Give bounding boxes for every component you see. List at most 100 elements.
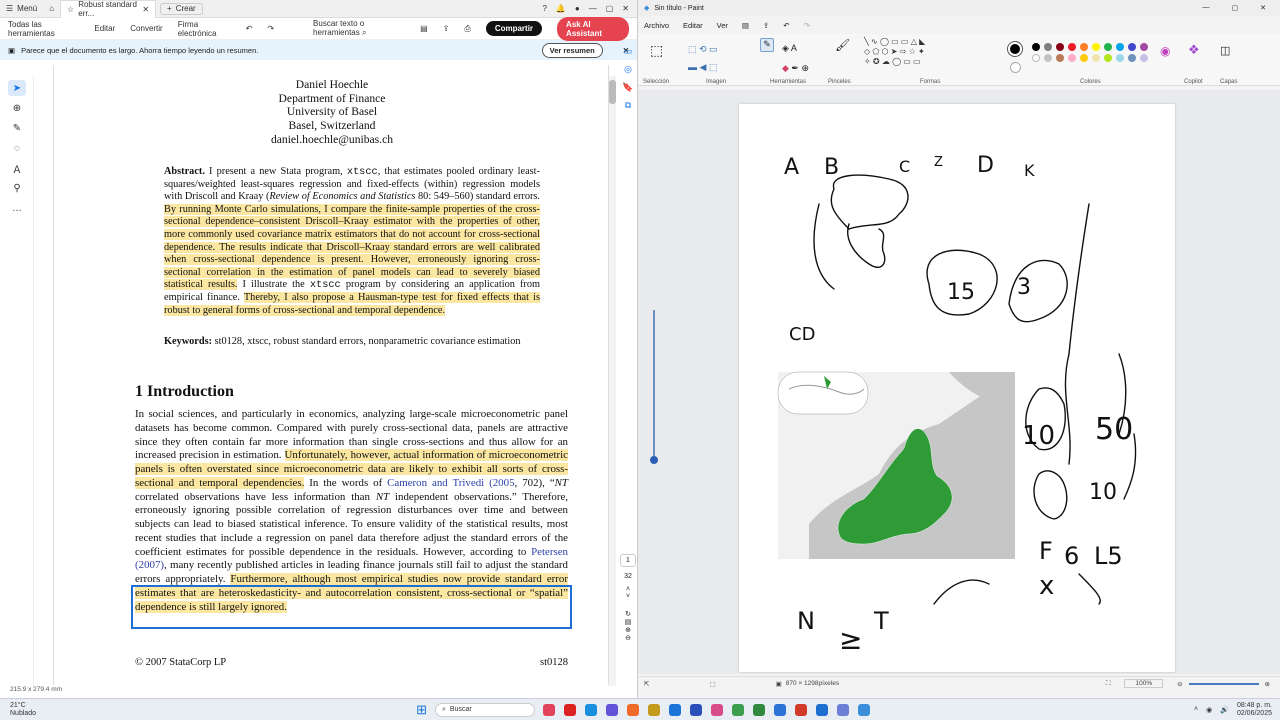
- tray-chevron-icon[interactable]: ˄: [1194, 706, 1198, 713]
- taskbar-app-icon[interactable]: [815, 703, 828, 716]
- upload-icon[interactable]: ⇪: [443, 24, 450, 33]
- refresh-icon[interactable]: ↻: [620, 610, 636, 618]
- taskbar-app-icon[interactable]: [710, 703, 723, 716]
- text-icon[interactable]: Ａ: [8, 160, 26, 176]
- menu-file[interactable]: Archivo: [644, 21, 669, 30]
- current-page[interactable]: 1: [620, 554, 636, 567]
- color-swatch[interactable]: [1080, 54, 1088, 62]
- brush-icon[interactable]: 🖌: [835, 38, 850, 52]
- taskbar-app-icon[interactable]: [689, 703, 702, 716]
- taskbar-app-icon[interactable]: [626, 703, 639, 716]
- color-swatch[interactable]: [1104, 43, 1112, 51]
- color-swatch[interactable]: [1140, 43, 1148, 51]
- color-swatch[interactable]: [1092, 43, 1100, 51]
- share-button[interactable]: Compartir: [485, 21, 543, 36]
- color-swatch[interactable]: [1032, 54, 1040, 62]
- color-swatch[interactable]: [1056, 54, 1064, 62]
- lasso-icon[interactable]: ◌: [8, 140, 26, 156]
- taskbar-search[interactable]: ⌕ Buscar: [434, 702, 535, 717]
- minimize-icon[interactable]: —: [1203, 4, 1210, 12]
- clock[interactable]: 08:48 p. m. 02/06/2025: [1237, 702, 1272, 718]
- comment-icon[interactable]: ▭: [621, 46, 635, 60]
- pages-icon[interactable]: ⧉: [621, 100, 635, 114]
- vertical-scrollbar[interactable]: [609, 76, 616, 686]
- menu-button[interactable]: ☰ Menú: [0, 0, 43, 18]
- maximize-icon[interactable]: ▢: [1232, 4, 1239, 12]
- color-swatch[interactable]: [1116, 54, 1124, 62]
- edit-colors-icon[interactable]: ◉: [1160, 44, 1170, 58]
- home-button[interactable]: ⌂: [43, 0, 60, 18]
- brush-size-slider[interactable]: [650, 300, 658, 470]
- shapes-gallery[interactable]: ╲ ∿ ◯ ▭ ▭ △ ◣ ◇ ⬠ ⬡ ➤ ⇨ ☆ ✦ ✧ ✪ ☁ ◯ ▭ ▭: [864, 37, 925, 67]
- image-tools[interactable]: ⬚ ⟲ ▭ ▬ ◀ ⬚: [688, 40, 718, 76]
- zoom-in-icon[interactable]: ⊕: [620, 626, 636, 634]
- copilot-icon[interactable]: ❖: [1188, 42, 1200, 58]
- color-swatch[interactable]: [1044, 54, 1052, 62]
- minimize-icon[interactable]: —: [589, 4, 597, 13]
- pencil-icon[interactable]: ✎: [760, 38, 774, 52]
- color-swatch[interactable]: [1068, 54, 1076, 62]
- taskbar-app-icon[interactable]: [584, 703, 597, 716]
- color-swatch[interactable]: [1080, 43, 1088, 51]
- search-tools-input[interactable]: Buscar texto o herramientas ⌕: [313, 19, 405, 38]
- bookmark-icon[interactable]: 🔖: [621, 82, 635, 96]
- menu-edit[interactable]: Editar: [683, 21, 703, 30]
- citation-link[interactable]: Cameron and Trivedi (2005: [387, 477, 514, 489]
- save-page-icon[interactable]: ▤: [620, 618, 636, 626]
- scroll-thumb[interactable]: [609, 80, 616, 104]
- primary-color[interactable]: [1008, 42, 1022, 56]
- taskbar-app-icon[interactable]: [647, 703, 660, 716]
- save-icon[interactable]: ▤: [420, 24, 428, 33]
- network-icon[interactable]: ◉: [1206, 706, 1212, 714]
- slider-thumb[interactable]: [650, 456, 658, 464]
- taskbar-app-icon[interactable]: [836, 703, 849, 716]
- color-swatch[interactable]: [1140, 54, 1148, 62]
- close-icon[interactable]: ✕: [622, 4, 629, 13]
- color-swatch[interactable]: [1044, 43, 1052, 51]
- taskbar-app-icon[interactable]: [773, 703, 786, 716]
- pen-icon[interactable]: ✎: [8, 120, 26, 136]
- esign-button[interactable]: Firma electrónica: [178, 20, 231, 38]
- bell-icon[interactable]: 🔔: [556, 4, 566, 13]
- highlight[interactable]: By running Monte Carlo simulations, I co…: [164, 203, 540, 291]
- taskbar-app-icon[interactable]: [857, 703, 870, 716]
- account-icon[interactable]: ●: [575, 4, 580, 13]
- start-icon[interactable]: ⊞: [416, 702, 427, 718]
- chevron-up-icon[interactable]: ˄: [620, 586, 636, 593]
- share-icon[interactable]: ⇪: [763, 21, 769, 30]
- layers-icon[interactable]: ◎: [621, 64, 635, 78]
- taskbar-app-icon[interactable]: [731, 703, 744, 716]
- zoom-slider[interactable]: [1188, 682, 1259, 685]
- color-swatch[interactable]: [1056, 43, 1064, 51]
- redo-icon[interactable]: ↷: [804, 21, 810, 30]
- undo-icon[interactable]: ↶: [246, 24, 253, 33]
- chevron-down-icon[interactable]: ˅: [620, 593, 636, 600]
- redo-icon[interactable]: ↷: [267, 24, 274, 33]
- taskbar-app-icon[interactable]: [542, 703, 555, 716]
- fit-icon[interactable]: ⛶: [1106, 680, 1111, 688]
- taskbar-app-icon[interactable]: [668, 703, 681, 716]
- more-icon[interactable]: …: [8, 200, 26, 216]
- ai-assistant-button[interactable]: Ask AI Assistant: [557, 16, 629, 41]
- secondary-color[interactable]: [1010, 62, 1021, 73]
- color-swatch[interactable]: [1092, 54, 1100, 62]
- all-tools-button[interactable]: Todas las herramientas: [8, 20, 79, 38]
- layers-icon[interactable]: ◫: [1220, 44, 1230, 57]
- print-icon[interactable]: ⎙: [464, 24, 470, 34]
- color-swatch[interactable]: [1068, 43, 1076, 51]
- taskbar-app-icon[interactable]: [563, 703, 576, 716]
- select-icon[interactable]: ➤: [8, 80, 26, 96]
- zoom-select[interactable]: 100%: [1124, 679, 1164, 688]
- save-icon[interactable]: ▤: [742, 21, 749, 30]
- selection-icon[interactable]: ⬚: [650, 42, 663, 59]
- volume-icon[interactable]: 🔊: [1220, 706, 1229, 714]
- color-swatch[interactable]: [1128, 54, 1136, 62]
- tools-grid[interactable]: ◈ A ◆ ✒ ⊕: [782, 38, 809, 78]
- help-icon[interactable]: ?: [542, 4, 546, 13]
- view-summary-button[interactable]: Ver resumen: [541, 42, 603, 58]
- convert-button[interactable]: Convertir: [130, 24, 162, 33]
- zoom-out-icon[interactable]: ⊖: [1177, 680, 1182, 688]
- color-swatch[interactable]: [1128, 43, 1136, 51]
- zoom-icon[interactable]: ⊕: [8, 100, 26, 116]
- edit-button[interactable]: Editar: [94, 24, 115, 33]
